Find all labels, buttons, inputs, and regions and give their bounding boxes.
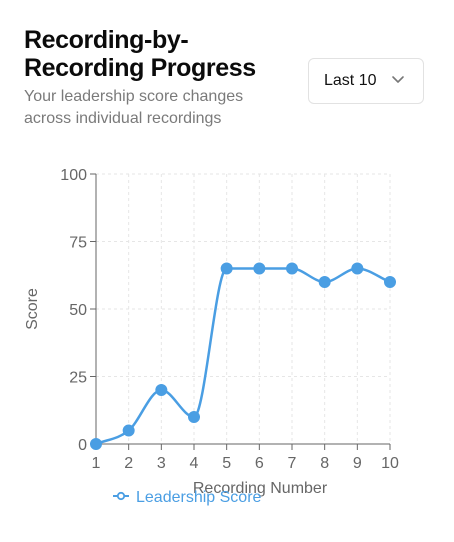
data-point[interactable]: [286, 262, 298, 275]
data-point[interactable]: [253, 262, 266, 275]
x-tick-label: 6: [255, 455, 264, 472]
y-axis-title: Score: [24, 288, 41, 330]
data-point[interactable]: [351, 262, 364, 275]
data-point[interactable]: [220, 262, 233, 275]
y-tick-label: 25: [69, 370, 87, 387]
y-tick-label: 50: [69, 302, 87, 319]
data-point[interactable]: [155, 384, 168, 396]
data-point[interactable]: [90, 438, 102, 450]
series-line-leadership-score: [95, 267, 391, 446]
data-point[interactable]: [122, 424, 135, 437]
x-tick-label: 2: [124, 455, 133, 472]
x-tick-label: 1: [92, 455, 101, 472]
x-tick-label: 4: [190, 455, 199, 472]
legend-marker-icon: [116, 491, 126, 501]
x-tick-label: 7: [288, 455, 297, 472]
data-point[interactable]: [318, 276, 331, 288]
data-point[interactable]: [188, 411, 200, 423]
legend-label: Leadership Score: [136, 489, 262, 506]
x-tick-label: 10: [381, 455, 399, 472]
x-tick-label: 5: [222, 455, 231, 472]
y-tick-label: 0: [78, 437, 87, 454]
x-tick-label: 8: [320, 455, 329, 472]
y-tick-label: 75: [69, 235, 87, 252]
y-tick-label: 100: [60, 167, 87, 184]
x-tick-label: 9: [353, 455, 362, 472]
line-chart: 02550751001 2 3 4 5 6 7 8 9 10Recording NumberSco…: [24, 167, 399, 506]
data-point[interactable]: [384, 276, 396, 288]
progress-card: Recording-by-Recording Progress Your lea…: [0, 0, 454, 542]
x-tick-label: 3: [157, 455, 166, 472]
